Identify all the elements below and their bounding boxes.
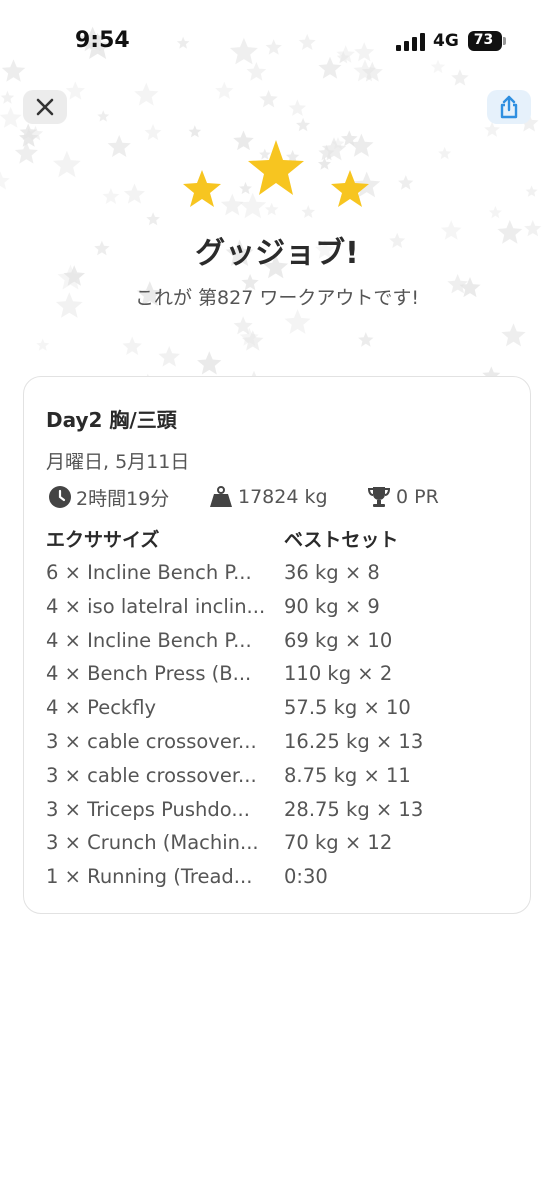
workout-title: Day2 胸/三頭 — [46, 408, 177, 432]
background-star — [144, 124, 162, 141]
best-set: 28.75 kg × 13 — [284, 797, 424, 821]
star-icon-left — [183, 170, 221, 207]
workout-date: 月曜日, 5月11日 — [46, 451, 190, 473]
three-stars-icon — [183, 140, 369, 207]
exercise-row: 4 × Bench Press (B... 110 kg × 2 — [46, 658, 516, 692]
background-star — [488, 206, 502, 219]
exercise-row: 4 × Peckfly 57.5 kg × 10 — [46, 692, 516, 726]
exercise-row: 6 × Incline Bench P... 36 kg × 8 — [46, 557, 516, 591]
headline: グッジョブ! — [195, 236, 359, 271]
background-star — [484, 121, 500, 137]
background-star — [36, 338, 50, 351]
exercise-row: 1 × Running (Tread... 0:30 — [46, 861, 516, 895]
background-star — [122, 336, 142, 355]
background-star — [188, 125, 202, 138]
background-star — [123, 183, 145, 204]
background-star — [14, 141, 38, 164]
volume-stat: 17824 kg — [208, 484, 328, 510]
background-star — [65, 81, 85, 100]
star-icon-right — [331, 170, 369, 207]
cellular-signal-icon — [396, 33, 425, 51]
trophy-icon — [367, 487, 391, 507]
clock-icon — [49, 486, 71, 508]
workout-count-subline: これが 第827 ワークアウトです! — [135, 287, 419, 309]
background-star — [296, 117, 311, 132]
exercise-row: 3 × cable crossover... 16.25 kg × 13 — [46, 726, 516, 760]
background-star — [158, 346, 180, 367]
best-set: 57.5 kg × 10 — [284, 696, 411, 720]
best-set: 36 kg × 8 — [284, 561, 380, 584]
exercise-name: 3 × cable crossover... — [46, 729, 257, 753]
workout-stats: 2時間19分 17824 kg 0 PR — [46, 484, 516, 510]
exercise-name: 4 × Incline Bench P... — [46, 628, 252, 652]
best-set: 70 kg × 12 — [284, 831, 393, 855]
exercise-row: 3 × Triceps Pushdo... 28.75 kg × 13 — [46, 794, 516, 828]
exercise-name: 3 × Crunch (Machin... — [46, 831, 259, 855]
background-star — [0, 90, 15, 104]
best-set: 110 kg × 2 — [284, 662, 393, 686]
exercise-name: 3 × Triceps Pushdo... — [46, 797, 250, 821]
best-set: 8.75 kg × 11 — [284, 763, 411, 787]
background-star — [259, 90, 278, 108]
duration-stat: 2時間19分 — [48, 484, 169, 510]
background-star — [0, 106, 22, 128]
best-set: 16.25 kg × 13 — [284, 729, 424, 753]
best-set-column-header: ベストセット — [284, 529, 399, 551]
background-star — [284, 309, 311, 334]
pr-value: 0 PR — [396, 486, 439, 508]
background-star — [398, 175, 414, 190]
exercise-list: 6 × Incline Bench P... 36 kg × 8 4 × iso … — [46, 557, 516, 895]
exercise-name: 4 × Peckfly — [46, 696, 157, 720]
share-button[interactable] — [487, 90, 531, 124]
duration-value: 2時間19分 — [76, 487, 170, 510]
network-type: 4G — [433, 31, 459, 51]
exercise-name: 3 × cable crossover... — [46, 763, 257, 787]
exercise-name: 1 × Running (Tread... — [46, 865, 253, 889]
background-star — [438, 146, 452, 160]
battery-level: 73 — [473, 32, 494, 48]
background-star — [288, 99, 307, 116]
volume-value: 17824 kg — [238, 486, 328, 508]
status-bar: 9:54 4G 73 — [0, 0, 554, 80]
background-star — [97, 110, 110, 122]
background-star — [215, 81, 234, 99]
pr-stat: 0 PR — [366, 484, 439, 510]
best-set: 69 kg × 10 — [284, 628, 393, 652]
exercise-row: 4 × iso latelral inclin... 90 kg × 9 — [46, 591, 516, 625]
status-time: 9:54 — [75, 28, 130, 53]
background-star — [0, 171, 10, 190]
background-star — [102, 188, 120, 204]
background-star — [525, 185, 538, 197]
exercise-row: 3 × cable crossover... 8.75 kg × 11 — [46, 760, 516, 794]
close-icon — [36, 98, 54, 116]
background-star — [501, 323, 526, 347]
exercise-row: 4 × Incline Bench P... 69 kg × 10 — [46, 625, 516, 659]
background-star — [134, 82, 159, 106]
exercise-name: 4 × iso latelral inclin... — [46, 594, 266, 618]
close-button[interactable] — [23, 90, 67, 124]
battery-icon: 73 — [468, 31, 508, 51]
background-star — [107, 134, 131, 157]
workout-summary-card: Day2 胸/三頭 月曜日, 5月11日 2時間19分 17824 kg 0 P… — [23, 376, 531, 914]
exercise-name: 4 × Bench Press (B... — [46, 662, 252, 686]
background-star — [53, 150, 81, 178]
exercise-row: 3 × Crunch (Machin... 70 kg × 12 — [46, 827, 516, 861]
background-star — [146, 212, 160, 226]
background-star — [358, 332, 374, 347]
best-set: 0:30 — [284, 865, 328, 889]
background-star — [197, 351, 222, 375]
share-icon — [500, 95, 518, 119]
star-icon-center — [248, 140, 304, 195]
exercise-name: 6 × Incline Bench P... — [46, 561, 252, 584]
weight-icon — [210, 486, 232, 507]
exercise-column-header: エクササイズ — [46, 529, 160, 551]
best-set: 90 kg × 9 — [284, 594, 380, 618]
